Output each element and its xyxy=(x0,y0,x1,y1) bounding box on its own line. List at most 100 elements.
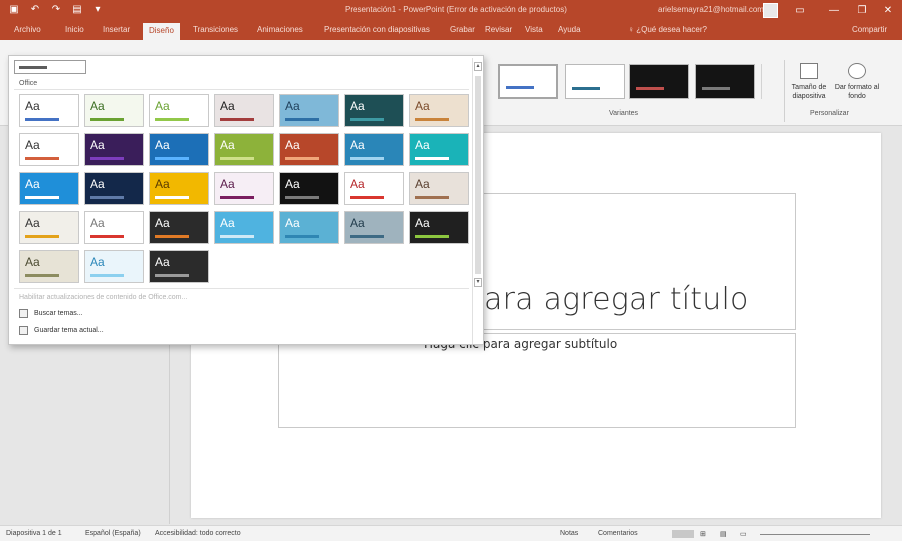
scroll-up-icon[interactable]: ▴ xyxy=(474,62,482,71)
slideshow-icon[interactable]: ▭ xyxy=(740,530,747,538)
theme-tile[interactable]: Aa xyxy=(214,211,274,244)
tab-diseno[interactable]: Diseño xyxy=(143,23,180,40)
gallery-divider xyxy=(14,288,469,289)
theme-tile-sample-text: Aa xyxy=(220,216,235,230)
theme-tile[interactable]: Aa xyxy=(19,250,79,283)
theme-tile-sample-text: Aa xyxy=(350,99,365,113)
theme-tile-sample-text: Aa xyxy=(155,138,170,152)
tab-presentacion[interactable]: Presentación con diapositivas xyxy=(324,25,430,34)
minimize-button[interactable]: — xyxy=(824,3,844,18)
theme-tile[interactable]: Aa xyxy=(149,94,209,127)
account-name[interactable]: arielsemayra21@hotmail.com xyxy=(658,5,764,14)
slide-size-label: Tamaño de diapositiva xyxy=(791,84,827,100)
notes-button[interactable]: Notas xyxy=(560,530,578,537)
start-from-beginning-icon[interactable]: ▤ xyxy=(71,4,83,16)
theme-tile[interactable]: Aa xyxy=(149,250,209,283)
theme-tile-color-stripe xyxy=(25,196,59,199)
tab-transiciones[interactable]: Transiciones xyxy=(193,25,238,34)
theme-tile-color-stripe xyxy=(90,118,124,121)
ribbon-display-options-icon[interactable]: ▭ xyxy=(790,3,810,18)
tab-revisar[interactable]: Revisar xyxy=(485,25,512,34)
theme-tile[interactable]: Aa xyxy=(344,211,404,244)
theme-tile-sample-text: Aa xyxy=(285,99,300,113)
tab-animaciones[interactable]: Animaciones xyxy=(257,25,303,34)
theme-tile[interactable]: Aa xyxy=(344,172,404,205)
theme-tile[interactable]: Aa xyxy=(149,172,209,205)
undo-icon[interactable]: ↶ xyxy=(29,4,41,16)
theme-tile[interactable]: Aa xyxy=(279,211,339,244)
variant-4[interactable] xyxy=(695,64,755,99)
zoom-slider[interactable] xyxy=(760,534,870,535)
theme-tile-color-stripe xyxy=(25,118,59,121)
format-background-button[interactable]: Dar formato al fondo xyxy=(833,63,881,101)
browse-themes-item[interactable]: Buscar temas... xyxy=(19,309,83,318)
browse-themes-label: Buscar temas... xyxy=(34,310,83,317)
enable-online-content: Habilitar actualizaciones de contenido d… xyxy=(19,294,188,301)
theme-tile-sample-text: Aa xyxy=(220,177,235,191)
account-avatar[interactable] xyxy=(763,3,778,18)
tab-archivo[interactable]: Archivo xyxy=(14,25,41,34)
theme-tile-color-stripe xyxy=(90,274,124,277)
variant-2[interactable] xyxy=(565,64,625,99)
theme-tile[interactable]: Aa xyxy=(84,211,144,244)
ribbon-tabs: Archivo Inicio Insertar Diseño Transicio… xyxy=(0,22,902,40)
title-placeholder-text[interactable]: ara agregar título xyxy=(484,282,749,317)
theme-tile[interactable]: Aa xyxy=(149,133,209,166)
theme-tile[interactable]: Aa xyxy=(149,211,209,244)
theme-tile[interactable]: Aa xyxy=(19,172,79,205)
theme-tile[interactable]: Aa xyxy=(19,211,79,244)
theme-tile[interactable]: Aa xyxy=(344,94,404,127)
slide-size-button[interactable]: Tamaño de diapositiva xyxy=(788,63,830,101)
theme-tile[interactable]: Aa xyxy=(84,250,144,283)
close-button[interactable]: ✕ xyxy=(878,3,898,18)
theme-tile[interactable]: Aa xyxy=(279,94,339,127)
variant-1[interactable] xyxy=(498,64,558,99)
redo-icon[interactable]: ↷ xyxy=(50,4,62,16)
theme-tile-sample-text: Aa xyxy=(350,138,365,152)
share-button[interactable]: Compartir xyxy=(852,25,887,34)
theme-tile[interactable]: Aa xyxy=(19,94,79,127)
group-divider xyxy=(784,60,785,122)
slide-sorter-icon[interactable]: ⊞ xyxy=(700,530,706,538)
scroll-thumb[interactable] xyxy=(475,76,481,274)
theme-tile[interactable]: Aa xyxy=(214,94,274,127)
gallery-separator xyxy=(14,89,469,90)
save-current-theme-item[interactable]: Guardar tema actual... xyxy=(19,326,104,335)
theme-tile[interactable]: Aa xyxy=(214,172,274,205)
variant-3[interactable] xyxy=(629,64,689,99)
theme-tile[interactable]: Aa xyxy=(409,211,469,244)
tab-insertar[interactable]: Insertar xyxy=(103,25,130,34)
tab-ayuda[interactable]: Ayuda xyxy=(558,25,581,34)
theme-tile[interactable]: Aa xyxy=(84,94,144,127)
theme-tile[interactable]: Aa xyxy=(19,133,79,166)
theme-tile[interactable]: Aa xyxy=(279,133,339,166)
theme-tile[interactable]: Aa xyxy=(279,172,339,205)
normal-view-icon[interactable] xyxy=(672,530,694,538)
theme-tile[interactable]: Aa xyxy=(84,133,144,166)
variants-scroll[interactable] xyxy=(761,64,769,99)
theme-tile-sample-text: Aa xyxy=(350,177,365,191)
language-indicator[interactable]: Español (España) xyxy=(85,530,141,537)
gallery-scrollbar[interactable]: ▴ ▾ xyxy=(472,58,483,344)
customize-group-label: Personalizar xyxy=(810,110,849,117)
theme-tile[interactable]: Aa xyxy=(409,94,469,127)
themes-gallery: Office Aa Aa Aa Aa Aa Aa Aa Aa Aa Aa Aa Aa Aa Aa Aa Aa A… xyxy=(8,55,484,345)
theme-tile-sample-text: Aa xyxy=(155,216,170,230)
theme-tile[interactable]: Aa xyxy=(409,133,469,166)
accessibility-status[interactable]: Accesibilidad: todo correcto xyxy=(155,530,241,537)
tab-vista[interactable]: Vista xyxy=(525,25,543,34)
comments-button[interactable]: Comentarios xyxy=(598,530,638,537)
tell-me-search[interactable]: ♀ ¿Qué desea hacer? xyxy=(628,25,707,34)
theme-tile[interactable]: Aa xyxy=(84,172,144,205)
theme-tile[interactable]: Aa xyxy=(214,133,274,166)
current-theme-thumbnail[interactable] xyxy=(14,60,86,74)
theme-tile[interactable]: Aa xyxy=(344,133,404,166)
theme-tile[interactable]: Aa xyxy=(409,172,469,205)
restore-button[interactable]: ❐ xyxy=(852,3,872,18)
scroll-down-icon[interactable]: ▾ xyxy=(474,278,482,287)
reading-view-icon[interactable]: ▤ xyxy=(720,530,727,538)
save-icon[interactable]: ▣ xyxy=(8,4,20,16)
tab-inicio[interactable]: Inicio xyxy=(65,25,84,34)
customize-quick-access-icon[interactable]: ▾ xyxy=(92,4,104,16)
tab-grabar[interactable]: Grabar xyxy=(450,25,475,34)
